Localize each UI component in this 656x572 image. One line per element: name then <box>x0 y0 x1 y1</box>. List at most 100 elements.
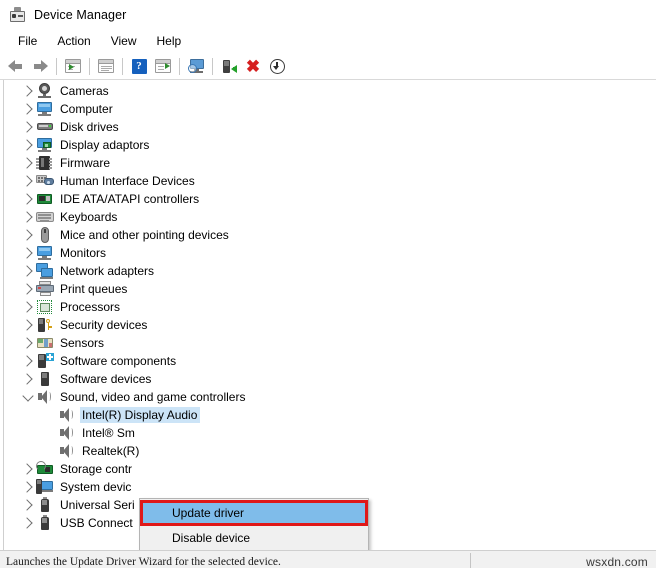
tree-item-label: IDE ATA/ATAPI controllers <box>60 192 200 206</box>
tree-item-label: Software devices <box>60 372 152 386</box>
chevron-right-icon[interactable] <box>20 478 36 496</box>
tree-item-storage-controllers[interactable]: Storage contr <box>6 460 656 478</box>
tree-item-label: Monitors <box>60 246 107 260</box>
tree-item-label: Realtek(R) <box>82 444 140 458</box>
chevron-right-icon[interactable] <box>20 262 36 280</box>
tree-item-label: Sound, video and game controllers <box>60 390 246 404</box>
tree-item-label: Cameras <box>60 84 109 98</box>
tree-item-label: USB Connect <box>60 516 133 530</box>
tree-item-software-devices[interactable]: Software devices <box>6 370 656 388</box>
tree-item-human-interface-devices[interactable]: Human Interface Devices <box>6 172 656 190</box>
window-title: Device Manager <box>34 8 127 22</box>
tree-item-system-devices[interactable]: System devic <box>6 478 656 496</box>
tree-item-label: Storage contr <box>60 462 133 476</box>
keyboard-icon <box>36 209 54 225</box>
chevron-right-icon[interactable] <box>20 82 36 100</box>
help-button[interactable]: ? <box>127 55 151 77</box>
help-icon: ? <box>131 58 147 74</box>
menu-help[interactable]: Help <box>147 32 192 51</box>
tree-item-monitors[interactable]: Monitors <box>6 244 656 262</box>
chevron-right-icon[interactable] <box>20 190 36 208</box>
chevron-right-icon[interactable] <box>20 280 36 298</box>
tree-item-print-queues[interactable]: Print queues <box>6 280 656 298</box>
tree-item-processors[interactable]: Processors <box>6 298 656 316</box>
menu-view[interactable]: View <box>101 32 147 51</box>
network-adapter-icon <box>36 263 54 279</box>
tree-item-cameras[interactable]: Cameras <box>6 82 656 100</box>
chevron-right-icon[interactable] <box>20 226 36 244</box>
chevron-right-icon[interactable] <box>20 298 36 316</box>
tree-item-label: Keyboards <box>60 210 118 224</box>
tree-item-sensors[interactable]: Sensors <box>6 334 656 352</box>
camera-icon <box>36 83 54 99</box>
tree-item-software-components[interactable]: Software components <box>6 352 656 370</box>
storage-controller-icon <box>36 461 54 477</box>
chevron-right-icon[interactable] <box>20 496 36 514</box>
chevron-right-icon[interactable] <box>20 316 36 334</box>
computer-icon <box>36 101 54 117</box>
tree-item-disk-drives[interactable]: Disk drives <box>6 118 656 136</box>
forward-icon <box>32 59 48 73</box>
chevron-right-icon[interactable] <box>20 352 36 370</box>
scan-button[interactable] <box>151 55 175 77</box>
menu-file[interactable]: File <box>8 32 47 51</box>
view-devices-icon <box>98 59 114 73</box>
update-driver-button[interactable] <box>217 55 241 77</box>
disable-device-icon <box>269 58 285 74</box>
tree-item-realtek-audio[interactable]: Realtek(R) <box>6 442 656 460</box>
tree-item-sound-video-and-game-controllers[interactable]: Sound, video and game controllers <box>6 388 656 406</box>
bottom-strip <box>0 568 656 572</box>
sound-device-icon <box>58 443 76 459</box>
tree-item-firmware[interactable]: Firmware <box>6 154 656 172</box>
tree-item-security-devices[interactable]: Security devices <box>6 316 656 334</box>
security-device-icon <box>36 317 54 333</box>
tree-item-label: Universal Seri <box>60 498 135 512</box>
toolbar-separator-4 <box>179 57 180 75</box>
disable-device-button[interactable] <box>265 55 289 77</box>
tree-item-keyboards[interactable]: Keyboards <box>6 208 656 226</box>
tree-item-label: Sensors <box>60 336 105 350</box>
properties-button[interactable] <box>61 55 85 77</box>
back-button[interactable] <box>4 55 28 77</box>
device-tree: Cameras Computer Disk drives Display ada… <box>6 82 656 550</box>
tree-item-display-adaptors[interactable]: Display adaptors <box>6 136 656 154</box>
monitor-icon <box>36 245 54 261</box>
processor-icon <box>36 299 54 315</box>
toolbar: ? ✖ <box>0 53 656 80</box>
back-icon <box>8 59 24 73</box>
chevron-down-icon[interactable] <box>20 388 36 406</box>
context-menu-item-update-driver[interactable]: Update driver <box>140 500 368 526</box>
view-devices-button[interactable] <box>94 55 118 77</box>
uninstall-device-icon: ✖ <box>245 56 261 76</box>
toolbar-separator-2 <box>89 57 90 75</box>
chevron-right-icon[interactable] <box>20 136 36 154</box>
tree-item-mice-and-other-pointing-devices[interactable]: Mice and other pointing devices <box>6 226 656 244</box>
chevron-right-icon[interactable] <box>20 460 36 478</box>
tree-item-label: Security devices <box>60 318 148 332</box>
tree-item-network-adapters[interactable]: Network adapters <box>6 262 656 280</box>
update-display-button[interactable] <box>184 55 208 77</box>
chevron-right-icon[interactable] <box>20 244 36 262</box>
watermark: wsxdn.com <box>586 554 648 569</box>
chevron-right-icon[interactable] <box>20 370 36 388</box>
uninstall-device-button[interactable]: ✖ <box>241 55 265 77</box>
tree-item-ide-ata-atapi-controllers[interactable]: IDE ATA/ATAPI controllers <box>6 190 656 208</box>
toolbar-separator-5 <box>212 57 213 75</box>
context-menu-item-disable-device[interactable]: Disable device <box>140 526 368 550</box>
chevron-right-icon[interactable] <box>20 172 36 190</box>
chevron-right-icon[interactable] <box>20 154 36 172</box>
tree-item-intel-smart-sound[interactable]: Intel® Sm <box>6 424 656 442</box>
tree-item-computer[interactable]: Computer <box>6 100 656 118</box>
chevron-right-icon[interactable] <box>20 514 36 532</box>
chevron-right-icon[interactable] <box>20 208 36 226</box>
tree-item-label: Human Interface Devices <box>60 174 195 188</box>
chevron-right-icon[interactable] <box>20 118 36 136</box>
forward-button[interactable] <box>28 55 52 77</box>
chevron-right-icon[interactable] <box>20 100 36 118</box>
chevron-right-icon[interactable] <box>20 334 36 352</box>
tree-item-intel-display-audio[interactable]: Intel(R) Display Audio <box>6 406 656 424</box>
menu-action[interactable]: Action <box>47 32 100 51</box>
software-device-icon <box>36 371 54 387</box>
tree-item-label: Display adaptors <box>60 138 150 152</box>
tree-item-label: Computer <box>60 102 113 116</box>
